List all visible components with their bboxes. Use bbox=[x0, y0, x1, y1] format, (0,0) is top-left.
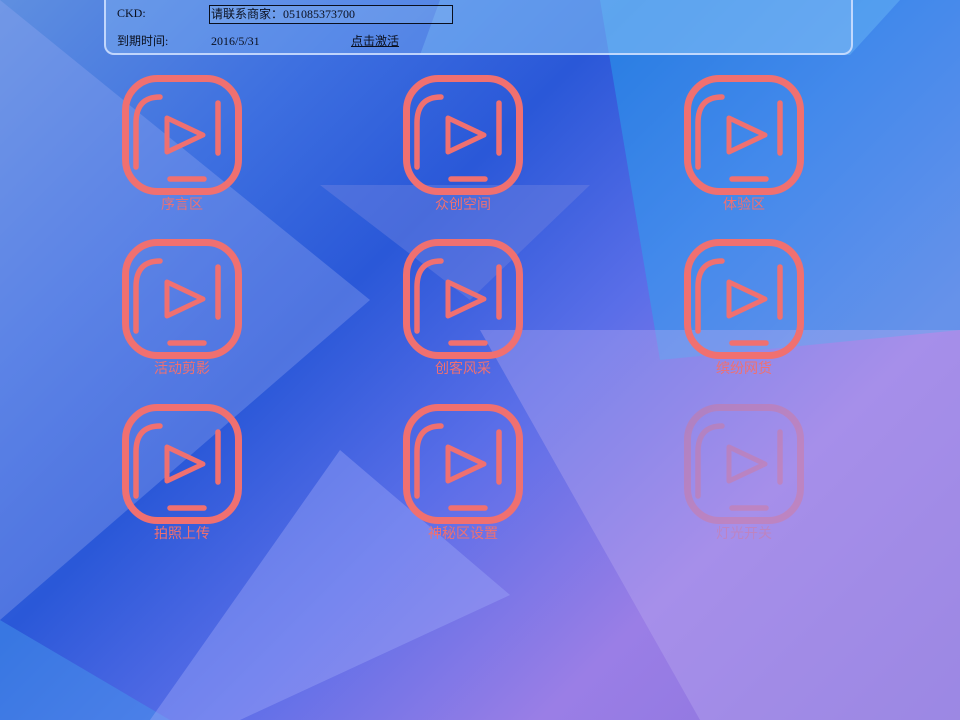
play-icon bbox=[684, 239, 804, 359]
ckd-label: CKD: bbox=[117, 6, 146, 20]
tile-label: 体验区 bbox=[723, 197, 765, 213]
tile-label: 序言区 bbox=[161, 197, 203, 213]
play-icon bbox=[122, 404, 242, 524]
activate-link[interactable]: 点击激活 bbox=[351, 34, 399, 48]
play-icon bbox=[122, 75, 242, 195]
expire-date-label: 到期时间: bbox=[117, 34, 169, 48]
play-icon bbox=[684, 75, 804, 195]
expire-date-value: 2016/5/31 bbox=[211, 34, 260, 48]
play-icon bbox=[684, 404, 804, 524]
tile-label: 众创空间 bbox=[435, 197, 491, 213]
tile-preface[interactable]: 序言区 bbox=[92, 75, 272, 235]
tile-label: 神秘区设置 bbox=[428, 526, 498, 542]
tile-label: 灯光开关 bbox=[716, 526, 772, 542]
tile-online-goods[interactable]: 缤纷网货 bbox=[654, 239, 834, 399]
tile-light-switch[interactable]: 灯光开关 bbox=[654, 404, 834, 564]
contact-merchant-field[interactable]: 请联系商家：051085373700 bbox=[209, 5, 453, 24]
tile-label: 拍照上传 bbox=[154, 526, 210, 542]
tile-maker-showcase[interactable]: 创客风采 bbox=[373, 239, 553, 399]
play-icon bbox=[403, 75, 523, 195]
license-header: CKD: 请联系商家：051085373700 到期时间: 2016/5/31 … bbox=[104, 0, 853, 55]
tile-label: 活动剪影 bbox=[154, 361, 210, 377]
tile-maker-space[interactable]: 众创空间 bbox=[373, 75, 553, 235]
tile-label: 创客风采 bbox=[435, 361, 491, 377]
tile-mystery-settings[interactable]: 神秘区设置 bbox=[373, 404, 553, 564]
tile-photo-upload[interactable]: 拍照上传 bbox=[92, 404, 272, 564]
play-icon bbox=[122, 239, 242, 359]
play-icon bbox=[403, 239, 523, 359]
tile-event-gallery[interactable]: 活动剪影 bbox=[92, 239, 272, 399]
play-icon bbox=[403, 404, 523, 524]
tile-label: 缤纷网货 bbox=[716, 361, 772, 377]
tile-experience[interactable]: 体验区 bbox=[654, 75, 834, 235]
